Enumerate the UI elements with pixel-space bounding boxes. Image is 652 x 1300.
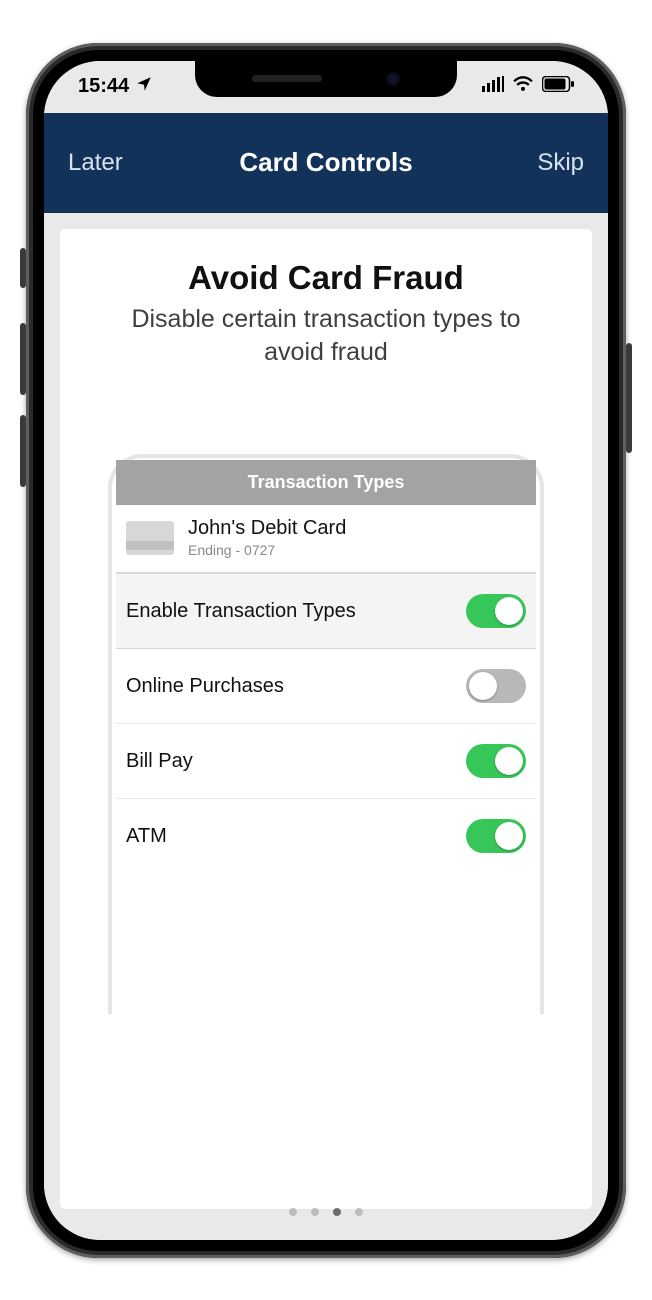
phone-mute-switch [20,248,26,288]
page-title: Card Controls [44,147,608,178]
wifi-icon [512,75,534,98]
hero-subtitle: Disable certain transaction types to avo… [60,303,592,371]
phone-notch [195,61,457,97]
signal-icon [482,75,504,98]
row-label: Enable Transaction Types [126,600,356,623]
content-area: Avoid Card Fraud Disable certain transac… [44,213,608,1240]
toggle-online-purchases[interactable] [466,669,526,703]
nav-skip-button[interactable]: Skip [537,149,584,177]
preview-section-header: Transaction Types [116,460,536,505]
toggle-bill-pay[interactable] [466,744,526,778]
battery-icon [542,75,574,98]
row-enable-transaction-types: Enable Transaction Types [116,573,536,649]
status-time: 15:44 [78,75,129,98]
phone-power-button [626,343,632,453]
row-label: ATM [126,825,167,848]
nav-later-button[interactable]: Later [68,149,123,177]
phone-frame: 15:44 [26,43,626,1258]
hero-title: Avoid Card Fraud [60,259,592,297]
pager-dot-1[interactable] [289,1208,297,1216]
row-label: Online Purchases [126,675,284,698]
row-bill-pay: Bill Pay [116,724,536,799]
preview-card-info: John's Debit Card Ending - 0727 [116,505,536,573]
phone-speaker-grille [252,75,322,82]
pager-dot-3[interactable] [333,1208,341,1216]
row-online-purchases: Online Purchases [116,649,536,724]
phone-front-camera [386,72,400,86]
phone-volume-down [20,415,26,487]
preview-card-ending: Ending - 0727 [188,542,346,558]
pager-dot-4[interactable] [355,1208,363,1216]
phone-screen: 15:44 [44,61,608,1240]
pager-dot-2[interactable] [311,1208,319,1216]
row-atm: ATM [116,799,536,873]
row-label: Bill Pay [126,750,193,773]
pager-dots [44,1208,608,1216]
transaction-types-preview: Transaction Types John's Debit Card Endi… [116,460,536,873]
preview-card-name: John's Debit Card [188,517,346,540]
onboarding-card: Avoid Card Fraud Disable certain transac… [60,229,592,1209]
location-icon [135,75,153,99]
card-icon [126,521,174,555]
toggle-atm[interactable] [466,819,526,853]
toggle-enable-transaction-types[interactable] [466,594,526,628]
phone-volume-up [20,323,26,395]
nav-bar: Later Card Controls Skip [44,113,608,213]
